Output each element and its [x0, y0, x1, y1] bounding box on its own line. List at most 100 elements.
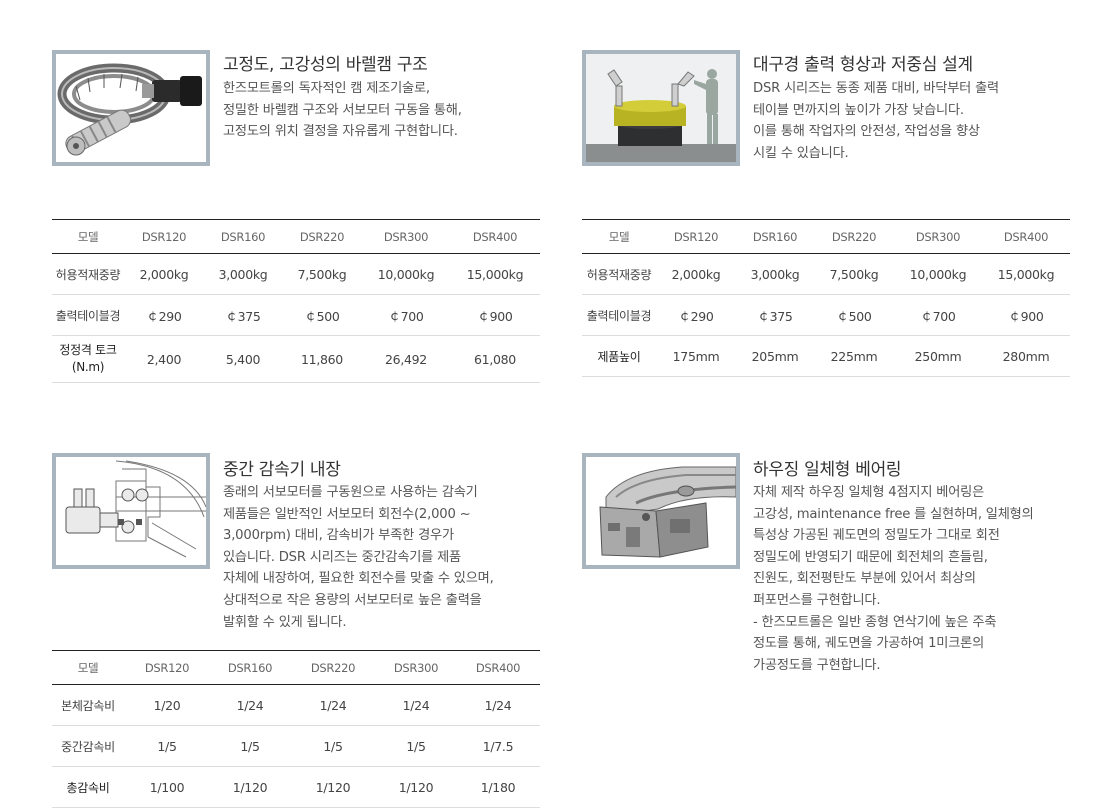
- table-cell: 1/5: [376, 725, 456, 767]
- table-cell: 175mm: [656, 335, 736, 377]
- column-header: DSR160: [210, 650, 290, 685]
- table-row: 본체감속비 1/20 1/24 1/24 1/24 1/24: [52, 684, 540, 726]
- column-header: DSR300: [362, 219, 450, 254]
- column-header: DSR120: [124, 219, 204, 254]
- table-row: 정정격 토크 (N.m) 2,400 5,400 11,860 26,492 6…: [52, 335, 540, 383]
- row-label: 허용적재중량: [582, 253, 656, 295]
- row-label: 본체감속비: [52, 684, 124, 726]
- row-label: 출력테이블경: [582, 294, 656, 336]
- description-line: DSR 시리즈는 동종 제품 대비, 바닥부터 출력: [753, 81, 999, 96]
- column-header: DSR300: [894, 219, 982, 254]
- table-cell: 1/7.5: [456, 725, 540, 767]
- column-header: DSR400: [450, 219, 540, 254]
- column-header: DSR220: [290, 650, 376, 685]
- description-line: 고정도의 위치 결정을 자유롭게 구현합니다.: [223, 124, 458, 140]
- table-cell: 10,000kg: [362, 253, 450, 295]
- column-header: DSR220: [814, 219, 894, 254]
- table-cell: 11,860: [282, 335, 362, 383]
- table-cell: ￠700: [362, 294, 450, 336]
- description-line: - 한즈모트롤은 일반 종형 연삭기에 높은 주축: [753, 614, 997, 630]
- table-cell: 250mm: [894, 335, 982, 377]
- description-line: 발휘할 수 있게 됩니다.: [223, 614, 347, 630]
- worker-table-illustration-icon: [586, 54, 736, 162]
- table-cell: 3,000kg: [204, 253, 282, 295]
- description-line: 테이블 면까지의 높이가 가장 낮습니다.: [753, 102, 964, 118]
- table-cell: ￠700: [894, 294, 982, 336]
- row-label: 출력테이블경: [52, 294, 124, 336]
- barrel-cam-image: [52, 50, 210, 166]
- description-line: 한즈모트롤의 독자적인 캠 제조기술로,: [223, 81, 430, 96]
- table-cell: ￠900: [982, 294, 1070, 336]
- description-line: 상대적으로 작은 용량의 서보모터로 높은 출력을: [223, 592, 482, 608]
- table-cell: 225mm: [814, 335, 894, 377]
- row-label: 총감속비: [52, 766, 124, 808]
- low-height-image: [582, 50, 740, 166]
- table-cell: 1/180: [456, 766, 540, 808]
- table-cell: ￠375: [204, 294, 282, 336]
- table-cell: 1/5: [124, 725, 210, 767]
- table-cell: ￠375: [736, 294, 814, 336]
- description-line: 자체에 내장하여, 필요한 회전수를 맞출 수 있으며,: [223, 571, 494, 587]
- table-cell: 26,492: [362, 335, 450, 383]
- description-line: 3,000rpm) 대비, 감속비가 부족한 경우가: [223, 528, 454, 544]
- table-cell: ￠290: [656, 294, 736, 336]
- column-header: DSR120: [656, 219, 736, 254]
- column-header: 모델: [52, 219, 124, 254]
- table-cell: 1/24: [290, 684, 376, 726]
- column-header: DSR160: [736, 219, 814, 254]
- table-cell: 1/20: [124, 684, 210, 726]
- table-row: 허용적재중량 2,000kg 3,000kg 7,500kg 10,000kg …: [52, 253, 540, 295]
- reducer-image: [52, 453, 210, 569]
- section-description: 종래의 서보모터를 구동원으로 사용하는 감속기 제품들은 일반적인 서보모터 …: [223, 482, 494, 633]
- table-cell: 1/120: [376, 766, 456, 808]
- spec-table: 모델 DSR120 DSR160 DSR220 DSR300 DSR400 허용…: [582, 219, 1070, 377]
- table-header-row: 모델 DSR120 DSR160 DSR220 DSR300 DSR400: [52, 650, 540, 685]
- table-row: 제품높이 175mm 205mm 225mm 250mm 280mm: [582, 335, 1070, 377]
- column-header: DSR400: [456, 650, 540, 685]
- table-cell: ￠500: [814, 294, 894, 336]
- description-line: 자체 제작 하우징 일체형 4점지지 베어링은: [753, 485, 985, 500]
- table-cell: 10,000kg: [894, 253, 982, 295]
- table-cell: 1/5: [290, 725, 376, 767]
- reducer-cross-section-icon: [56, 457, 206, 565]
- table-cell: 7,500kg: [282, 253, 362, 295]
- table-row: 허용적재중량 2,000kg 3,000kg 7,500kg 10,000kg …: [582, 253, 1070, 295]
- bearing-image: [582, 453, 740, 569]
- column-header: 모델: [582, 219, 656, 254]
- table-cell: 2,000kg: [124, 253, 204, 295]
- table-cell: 15,000kg: [450, 253, 540, 295]
- column-header: DSR400: [982, 219, 1070, 254]
- row-label: 정정격 토크 (N.m): [52, 335, 124, 383]
- table-cell: 1/24: [456, 684, 540, 726]
- spec-table: 모델 DSR120 DSR160 DSR220 DSR300 DSR400 허용…: [52, 219, 540, 383]
- table-header-row: 모델 DSR120 DSR160 DSR220 DSR300 DSR400: [582, 219, 1070, 254]
- section-description: 자체 제작 하우징 일체형 4점지지 베어링은 고강성, maintenance…: [753, 482, 1034, 676]
- description-line: 종래의 서보모터를 구동원으로 사용하는 감속기: [223, 485, 478, 500]
- table-cell: 1/100: [124, 766, 210, 808]
- section-title: 대구경 출력 형상과 저중심 설계: [753, 55, 973, 75]
- column-header: 모델: [52, 650, 124, 685]
- table-cell: ￠900: [450, 294, 540, 336]
- table-row: 총감속비 1/100 1/120 1/120 1/120 1/180: [52, 766, 540, 808]
- spec-table: 모델 DSR120 DSR160 DSR220 DSR300 DSR400 본체…: [52, 650, 540, 808]
- description-line: 퍼포먼스를 구현합니다.: [753, 592, 881, 608]
- table-cell: 1/120: [210, 766, 290, 808]
- section-title: 고정도, 고강성의 바렐캠 구조: [223, 55, 428, 75]
- table-cell: ￠290: [124, 294, 204, 336]
- table-cell: 205mm: [736, 335, 814, 377]
- table-cell: 1/24: [376, 684, 456, 726]
- column-header: DSR160: [204, 219, 282, 254]
- description-line: 있습니다. DSR 시리즈는 중간감속기를 제품: [223, 549, 461, 565]
- column-header: DSR300: [376, 650, 456, 685]
- description-line: 특성상 가공된 궤도면의 정밀도가 그대로 회전: [753, 528, 1000, 544]
- description-line: 가공정도를 구현합니다.: [753, 657, 881, 673]
- housing-bearing-cutaway-icon: [586, 457, 736, 565]
- table-cell: 15,000kg: [982, 253, 1070, 295]
- description-line: 고강성, maintenance free 를 실현하며, 일체형의: [753, 506, 1034, 522]
- table-cell: 61,080: [450, 335, 540, 383]
- row-label: 허용적재중량: [52, 253, 124, 295]
- section-title: 중간 감속기 내장: [223, 460, 341, 480]
- table-cell: 5,400: [204, 335, 282, 383]
- table-row: 중간감속비 1/5 1/5 1/5 1/5 1/7.5: [52, 725, 540, 767]
- table-row: 출력테이블경 ￠290 ￠375 ￠500 ￠700 ￠900: [52, 294, 540, 336]
